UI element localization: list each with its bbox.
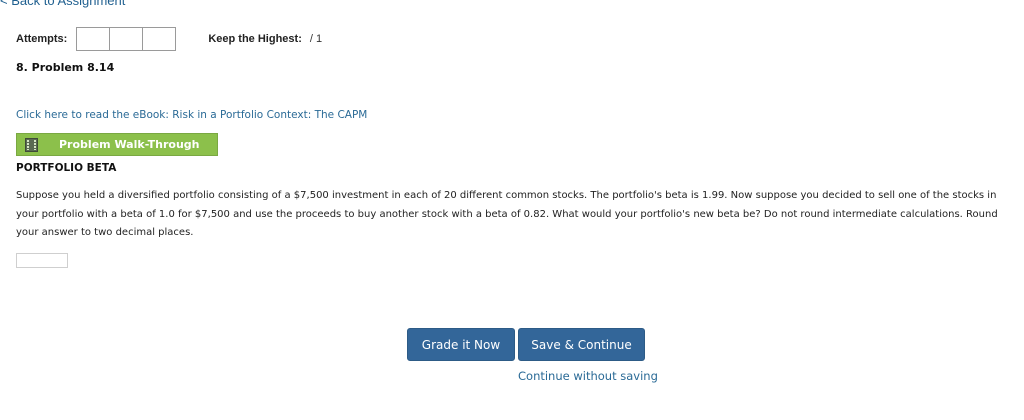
back-to-assignment-link[interactable]: < Back to Assignment	[0, 0, 125, 8]
problem-statement: Suppose you held a diversified portfolio…	[16, 190, 998, 238]
attempts-label: Attempts:	[16, 33, 68, 45]
problem-walkthrough-button[interactable]: Problem Walk-Through	[16, 133, 218, 156]
continue-without-saving-link[interactable]: Continue without saving	[518, 369, 658, 383]
walkthrough-label: Problem Walk-Through	[59, 138, 200, 151]
film-icon	[25, 137, 38, 152]
ebook-link[interactable]: Click here to read the eBook: Risk in a …	[16, 109, 367, 121]
answer-input[interactable]	[16, 253, 68, 268]
keep-highest-label: Keep the Highest:	[208, 33, 302, 45]
problem-title: 8. Problem 8.14	[16, 61, 115, 74]
grade-it-now-button[interactable]: Grade it Now	[407, 328, 515, 361]
save-and-continue-button[interactable]: Save & Continue	[518, 328, 645, 361]
section-heading: PORTFOLIO BETA	[16, 162, 117, 174]
keep-highest-value: / 1	[309, 33, 323, 45]
attempts-row: Attempts: Keep the Highest: / 1	[16, 27, 322, 51]
attempt-box	[143, 28, 176, 50]
attempt-box	[77, 28, 111, 50]
attempt-indicator	[76, 27, 177, 51]
attempt-box	[110, 28, 144, 50]
